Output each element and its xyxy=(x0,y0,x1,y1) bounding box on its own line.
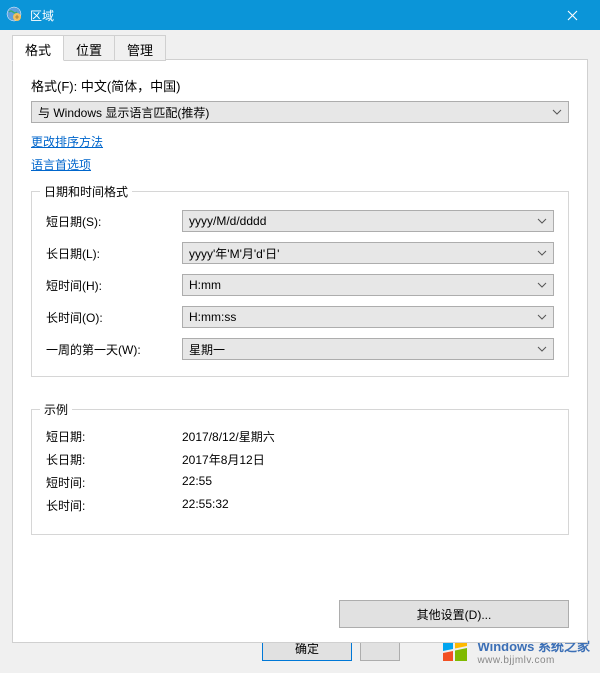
chevron-down-icon xyxy=(537,280,547,290)
example-short-date: 短日期: 2017/8/12/星期六 xyxy=(46,428,554,445)
example-long-time: 长时间: 22:55:32 xyxy=(46,497,554,514)
long-time-label: 长时间(O): xyxy=(46,309,182,326)
tabs: 格式 位置 管理 xyxy=(0,34,600,60)
format-label: 格式(F): 中文(简体，中国) xyxy=(31,76,569,95)
watermark-url: www.bjjmlv.com xyxy=(477,655,590,666)
datetime-format-group: 日期和时间格式 短日期(S): yyyy/M/d/dddd 长日期(L): yy… xyxy=(31,191,569,377)
chevron-down-icon xyxy=(537,216,547,226)
short-time-row: 短时间(H): H:mm xyxy=(46,274,554,296)
long-date-row: 长日期(L): yyyy'年'M'月'd'日' xyxy=(46,242,554,264)
first-day-label: 一周的第一天(W): xyxy=(46,341,182,358)
short-date-row: 短日期(S): yyyy/M/d/dddd xyxy=(46,210,554,232)
format-tab-page: 格式(F): 中文(简体，中国) 与 Windows 显示语言匹配(推荐) 更改… xyxy=(12,59,588,643)
example-short-time: 短时间: 22:55 xyxy=(46,474,554,491)
long-time-select[interactable]: H:mm:ss xyxy=(182,306,554,328)
window-body: 格式 位置 管理 格式(F): 中文(简体，中国) 与 Windows 显示语言… xyxy=(0,30,600,673)
language-prefs-link[interactable]: 语言首选项 xyxy=(31,156,91,173)
long-date-select[interactable]: yyyy'年'M'月'd'日' xyxy=(182,242,554,264)
additional-settings-button[interactable]: 其他设置(D)... xyxy=(339,600,569,628)
short-time-label: 短时间(H): xyxy=(46,277,182,294)
short-time-select[interactable]: H:mm xyxy=(182,274,554,296)
format-select-value: 与 Windows 显示语言匹配(推荐) xyxy=(38,104,552,121)
chevron-down-icon xyxy=(537,312,547,322)
short-date-label: 短日期(S): xyxy=(46,213,182,230)
short-date-select[interactable]: yyyy/M/d/dddd xyxy=(182,210,554,232)
first-day-select[interactable]: 星期一 xyxy=(182,338,554,360)
datetime-format-legend: 日期和时间格式 xyxy=(40,183,132,200)
example-group: 示例 短日期: 2017/8/12/星期六 长日期: 2017年8月12日 短时… xyxy=(31,409,569,535)
window-title: 区域 xyxy=(30,7,550,24)
example-long-date: 长日期: 2017年8月12日 xyxy=(46,451,554,468)
chevron-down-icon xyxy=(537,248,547,258)
tab-administrative[interactable]: 管理 xyxy=(114,35,166,61)
change-sort-link[interactable]: 更改排序方法 xyxy=(31,133,103,150)
example-legend: 示例 xyxy=(40,401,72,418)
tab-location[interactable]: 位置 xyxy=(63,35,115,61)
close-icon xyxy=(567,10,578,21)
tab-format[interactable]: 格式 xyxy=(12,35,64,61)
region-icon xyxy=(6,6,24,24)
chevron-down-icon xyxy=(537,344,547,354)
close-button[interactable] xyxy=(550,0,594,30)
long-date-label: 长日期(L): xyxy=(46,245,182,262)
format-select[interactable]: 与 Windows 显示语言匹配(推荐) xyxy=(31,101,569,123)
titlebar: 区域 xyxy=(0,0,600,30)
first-day-row: 一周的第一天(W): 星期一 xyxy=(46,338,554,360)
chevron-down-icon xyxy=(552,107,562,117)
long-time-row: 长时间(O): H:mm:ss xyxy=(46,306,554,328)
